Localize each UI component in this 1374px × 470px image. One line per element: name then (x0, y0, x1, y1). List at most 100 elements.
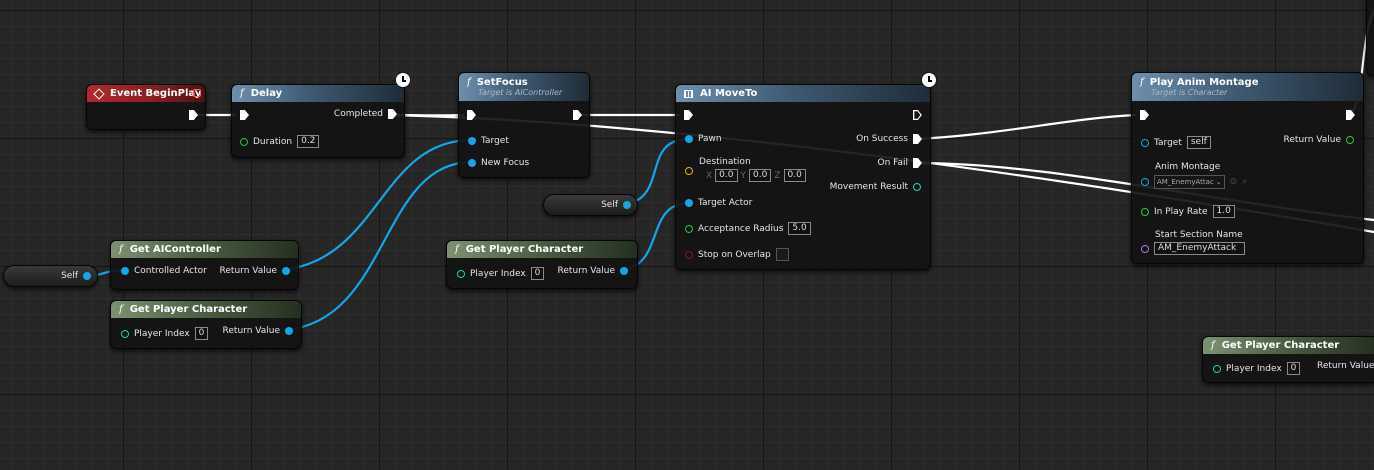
return-value-label: Return Value (222, 326, 280, 336)
destination-y-input[interactable]: 0.0 (749, 169, 772, 182)
destination-label: Destination (699, 157, 751, 167)
destination-x-input[interactable]: 0.0 (715, 169, 738, 182)
player-index-input[interactable]: 0 (194, 327, 209, 340)
anim-montage-pin-icon[interactable] (1141, 178, 1149, 186)
browse-asset-icon[interactable]: ⊙ (1230, 177, 1238, 187)
offscreen-node[interactable] (1366, 0, 1374, 76)
stop-on-overlap-checkbox[interactable] (775, 248, 789, 261)
delegate-pin-icon[interactable] (193, 89, 201, 97)
on-success-pin-icon[interactable] (913, 134, 922, 144)
target-pin-icon[interactable] (1141, 138, 1149, 147)
player-index-pin-icon[interactable] (457, 269, 465, 278)
controlled-actor-pin-icon[interactable] (121, 267, 129, 275)
function-icon: f (119, 304, 123, 315)
get-player-character-node[interactable]: f Get Player Character Player Index 0 Re… (110, 300, 302, 349)
acceptance-radius-pin-icon[interactable] (685, 224, 693, 233)
acceptance-radius-label: Acceptance Radius (698, 223, 784, 234)
chevron-down-icon: ⌄ (1215, 178, 1222, 186)
target-label: Target (481, 136, 509, 146)
latent-clock-icon (922, 73, 936, 87)
target-self-input[interactable]: self (1186, 136, 1211, 149)
node-header: f Get Player Character (111, 301, 301, 318)
function-icon: f (240, 88, 244, 99)
delay-node[interactable]: f Delay Completed Duration 0.2 (231, 73, 410, 158)
movement-result-label: Movement Result (829, 182, 908, 192)
self-reference-node[interactable]: Self (3, 265, 98, 287)
acceptance-radius-input[interactable]: 5.0 (788, 222, 811, 235)
get-player-character-node[interactable]: f Get Player Character Player Index 0 Re… (446, 240, 638, 289)
search-icon[interactable]: ⌕ (1242, 177, 1247, 187)
target-pin-icon[interactable] (468, 137, 476, 145)
ai-task-icon (684, 89, 693, 98)
return-value-pin-icon[interactable] (620, 267, 628, 275)
get-player-character-node[interactable]: f Get Player Character Player Index 0 Re… (1202, 336, 1374, 383)
anim-montage-label: Anim Montage (1155, 162, 1221, 172)
return-value-pin-icon[interactable] (282, 267, 290, 275)
x-label: X (706, 170, 713, 181)
start-section-input[interactable]: AM_EnemyAttack (1154, 242, 1246, 255)
exec-in-pin-icon[interactable] (240, 110, 249, 120)
in-play-rate-input[interactable]: 1.0 (1212, 205, 1235, 218)
player-index-pin-icon[interactable] (1213, 364, 1221, 373)
get-ai-controller-node[interactable]: f Get AIController Controlled Actor Retu… (110, 240, 299, 290)
exec-out-pin-icon[interactable] (573, 110, 582, 120)
pawn-label: Pawn (698, 134, 722, 144)
target-actor-pin-icon[interactable] (685, 199, 693, 207)
ai-move-to-node[interactable]: AI MoveTo Pawn On Success Destination X … (675, 73, 936, 270)
anim-montage-dropdown[interactable]: AM_EnemyAttac ⌄ (1154, 175, 1225, 189)
return-value-label: Return Value (219, 266, 277, 276)
target-label: Target (1154, 137, 1182, 148)
movement-result-pin-icon[interactable] (913, 183, 921, 191)
self-pin-icon[interactable] (83, 272, 91, 280)
exec-out-pin-icon[interactable] (913, 110, 922, 120)
duration-pin-icon[interactable] (240, 137, 248, 146)
node-header: f SetFocus Target is AIController (459, 73, 589, 101)
play-anim-montage-node[interactable]: f Play Anim Montage Target is Character … (1131, 72, 1364, 264)
exec-out-pin-icon[interactable] (388, 109, 397, 119)
anim-montage-value: AM_EnemyAttac (1157, 178, 1214, 186)
return-value-pin-icon[interactable] (285, 327, 293, 335)
return-value-pin-icon[interactable] (1346, 136, 1354, 144)
set-focus-node[interactable]: f SetFocus Target is AIController Target… (458, 72, 590, 178)
exec-out-pin-icon[interactable] (1346, 110, 1355, 120)
on-success-label: On Success (856, 134, 908, 144)
self-reference-node[interactable]: Self (543, 194, 638, 216)
in-play-rate-pin-icon[interactable] (1141, 207, 1149, 216)
latent-clock-icon (396, 73, 410, 87)
node-title: Play Anim Montage (1149, 77, 1259, 88)
start-section-pin-icon[interactable] (1141, 244, 1149, 253)
z-label: Z (774, 170, 781, 181)
duration-input[interactable]: 0.2 (297, 135, 320, 148)
node-title: Delay (250, 88, 283, 99)
exec-in-pin-icon[interactable] (467, 110, 476, 120)
node-title: Get AIController (129, 244, 221, 255)
player-index-input[interactable]: 0 (530, 267, 545, 280)
on-fail-pin-icon[interactable] (913, 158, 922, 168)
function-icon: f (467, 77, 471, 88)
controlled-actor-label: Controlled Actor (134, 266, 207, 276)
destination-pin-icon[interactable] (685, 167, 693, 175)
function-icon: f (119, 244, 123, 255)
stop-on-overlap-pin-icon[interactable] (685, 250, 693, 259)
pawn-pin-icon[interactable] (685, 135, 693, 143)
node-header: f Delay (232, 85, 404, 102)
self-pin-icon[interactable] (623, 201, 631, 209)
player-index-pin-icon[interactable] (121, 329, 129, 338)
node-header: f Get Player Character (447, 241, 637, 258)
exec-in-pin-icon[interactable] (1140, 110, 1149, 120)
event-begin-play-node[interactable]: Event BeginPlay (86, 84, 206, 130)
node-title: Get Player Character (1221, 340, 1340, 351)
exec-in-pin-icon[interactable] (684, 110, 693, 120)
player-index-label: Player Index (1226, 363, 1282, 374)
player-index-input[interactable]: 0 (1286, 362, 1301, 375)
function-icon: f (455, 244, 459, 255)
new-focus-pin-icon[interactable] (468, 159, 476, 167)
return-value-label: Return Value (1283, 135, 1341, 145)
node-header: f Get AIController (111, 241, 298, 258)
node-title: Get Player Character (129, 304, 248, 315)
destination-z-input[interactable]: 0.0 (783, 169, 806, 182)
function-icon: f (1140, 77, 1144, 88)
player-index-label: Player Index (134, 328, 190, 339)
target-actor-label: Target Actor (698, 198, 753, 208)
exec-out-pin-icon[interactable] (189, 110, 198, 120)
